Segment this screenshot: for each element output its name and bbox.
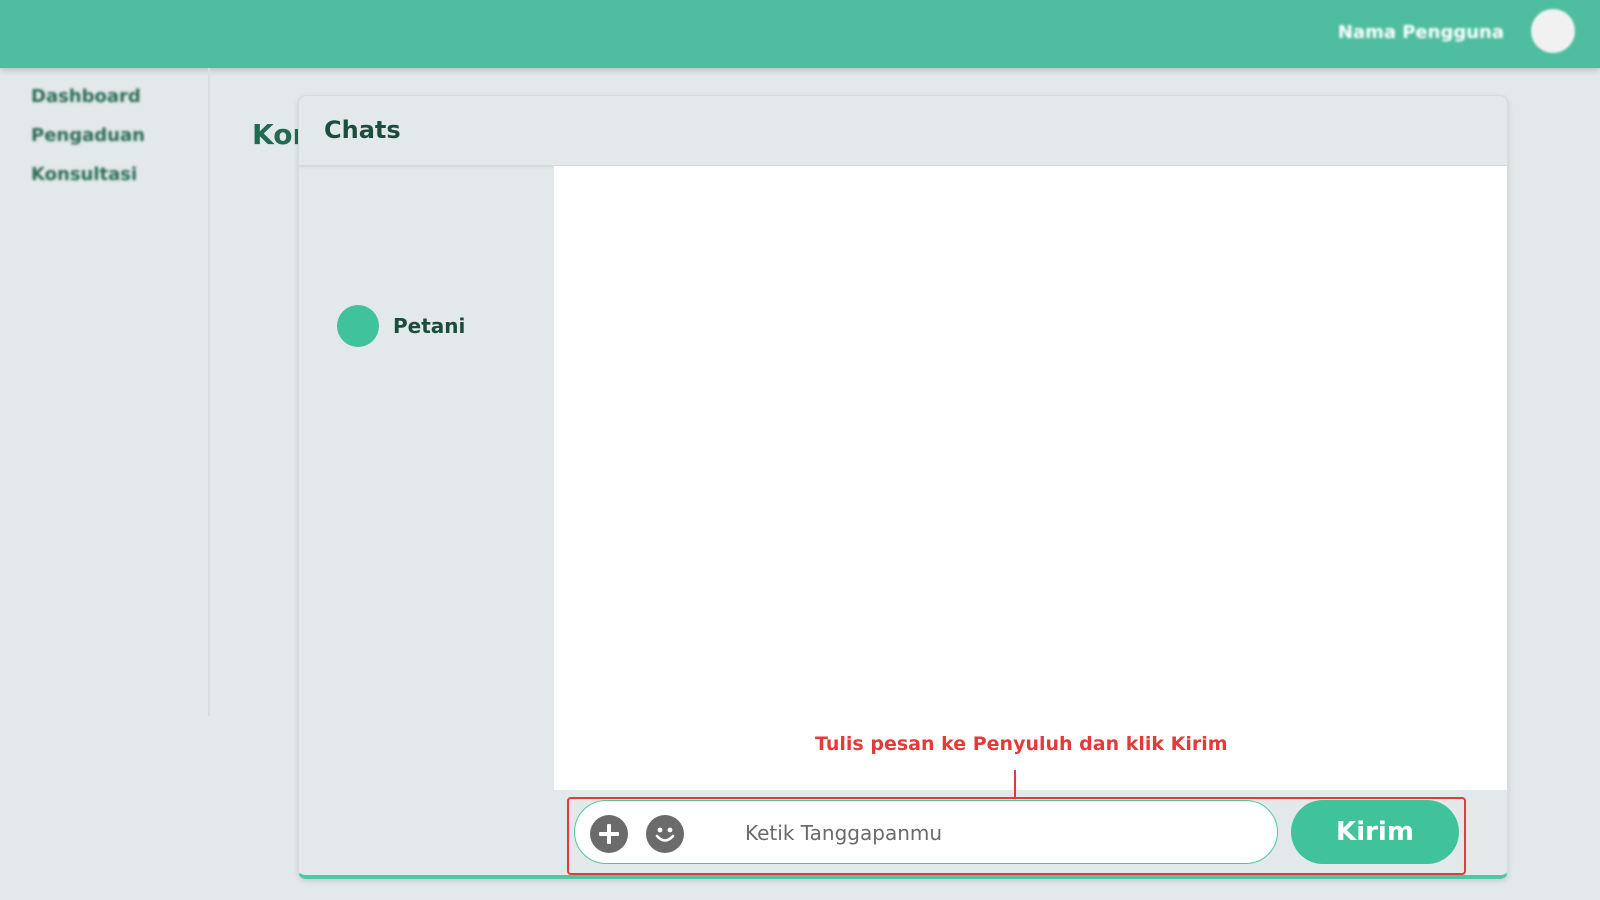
sidebar-item-konsultasi[interactable]: Konsultasi [31,164,137,185]
message-composer: Kirim [554,790,1507,875]
page-title: Konsultasi [252,118,300,151]
plus-icon[interactable] [590,815,628,853]
user-name[interactable]: Nama Pengguna [1338,22,1504,43]
send-button[interactable]: Kirim [1291,800,1459,864]
sidebar: Dashboard Pengaduan Konsultasi [0,68,210,716]
contact-avatar [337,305,379,347]
emoji-icon[interactable] [646,815,684,853]
contact-item[interactable]: Petani [337,304,465,348]
contact-name: Petani [393,314,466,338]
sidebar-item-pengaduan[interactable]: Pengaduan [31,125,145,146]
annotation-label: Tulis pesan ke Penyuluh dan klik Kirim [815,733,1228,755]
chat-modal: Chats Petani Kirim [298,95,1508,879]
user-avatar[interactable] [1531,9,1575,53]
message-input[interactable] [745,815,1245,851]
sidebar-item-dashboard[interactable]: Dashboard [31,86,141,107]
annotation-connector [1014,770,1016,797]
contact-list: Petani [299,166,554,875]
message-area [554,166,1507,790]
chat-title: Chats [324,116,401,144]
message-input-container [574,800,1278,864]
chat-header: Chats [299,96,1507,166]
top-bar: Nama Pengguna [0,0,1600,68]
